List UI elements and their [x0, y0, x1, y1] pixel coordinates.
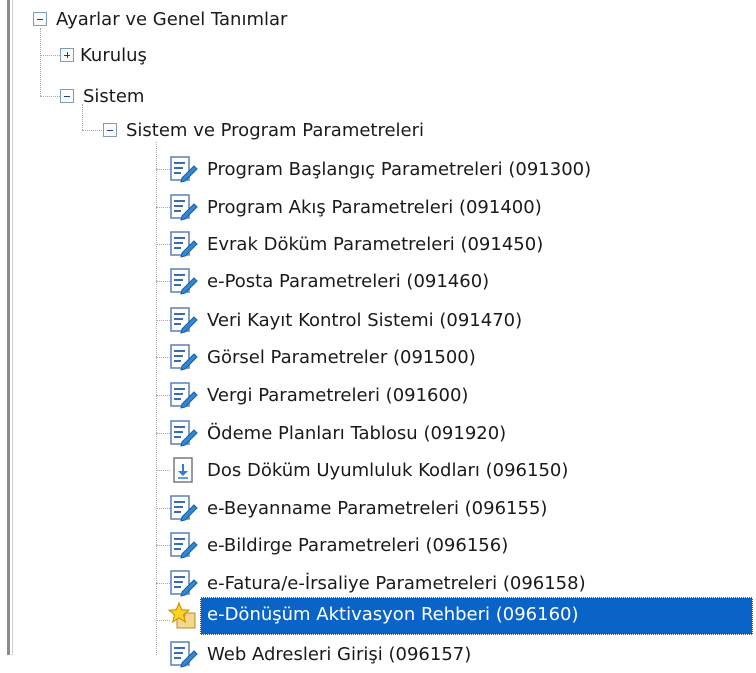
edit-document-icon — [170, 231, 198, 258]
edit-document-icon — [170, 382, 198, 409]
edit-document-icon — [170, 420, 198, 447]
tree-connector — [40, 28, 41, 96]
tree-node-label[interactable]: Veri Kayıt Kontrol Sistemi (091470) — [204, 308, 525, 333]
tree-node-label[interactable]: e-Beyanname Parametreleri (096155) — [204, 496, 550, 521]
tree-node-sistem[interactable]: Sistem — [60, 77, 147, 115]
tree-leaf-item[interactable]: e-Posta Parametreleri (091460) — [168, 262, 492, 300]
tree-node-label[interactable]: Web Adresleri Girişi (096157) — [204, 642, 474, 667]
tree-leaf-item[interactable]: Evrak Döküm Parametreleri (091450) — [168, 225, 546, 263]
tree-node-label[interactable]: Sistem ve Program Parametreleri — [123, 118, 427, 143]
expand-toggle-icon[interactable] — [60, 48, 74, 62]
tree-node-label[interactable]: Dos Döküm Uyumluluk Kodları (096150) — [204, 458, 571, 483]
tree-node-label[interactable]: Görsel Parametreler (091500) — [204, 345, 479, 370]
tree-leaf-item[interactable]: Program Başlangıç Parametreleri (091300) — [168, 150, 594, 188]
tree-leaf-item[interactable]: Web Adresleri Girişi (096157) — [168, 635, 474, 673]
tree-node-label[interactable]: Ayarlar ve Genel Tanımlar — [53, 7, 290, 32]
edit-document-icon — [170, 641, 198, 668]
edit-document-icon — [170, 495, 198, 522]
tree-leaf-item[interactable]: Ödeme Planları Tablosu (091920) — [168, 414, 509, 452]
tree-node-label[interactable]: Program Başlangıç Parametreleri (091300) — [204, 157, 594, 182]
tree-leaf-item[interactable]: Görsel Parametreler (091500) — [168, 338, 479, 376]
left-border-inner — [12, 0, 13, 655]
tree-connector — [156, 142, 157, 655]
edit-document-icon — [170, 194, 198, 221]
tree-node-ayarlar[interactable]: Ayarlar ve Genel Tanımlar — [33, 0, 290, 38]
collapse-toggle-icon[interactable] — [60, 89, 74, 103]
tree-node-kurulus[interactable]: Kuruluş — [60, 36, 150, 74]
tree-node-label[interactable]: Kuruluş — [80, 43, 150, 68]
collapse-toggle-icon[interactable] — [103, 123, 117, 137]
tree-node-label[interactable]: e-Dönüşüm Aktivasyon Rehberi (096160) — [200, 597, 753, 635]
tree-leaf-item[interactable]: e-Beyanname Parametreleri (096155) — [168, 489, 550, 527]
tree-node-program-params[interactable]: Sistem ve Program Parametreleri — [103, 111, 427, 149]
edit-document-icon — [170, 307, 198, 334]
tree-node-label[interactable]: Sistem — [80, 84, 147, 109]
tree-leaf-item[interactable]: Veri Kayıt Kontrol Sistemi (091470) — [168, 301, 525, 339]
tree-connector — [82, 130, 102, 131]
collapse-toggle-icon[interactable] — [33, 12, 47, 26]
tree-node-label[interactable]: Vergi Parametreleri (091600) — [204, 383, 471, 408]
tree-node-label[interactable]: Evrak Döküm Parametreleri (091450) — [204, 232, 546, 257]
tree-node-label[interactable]: Program Akış Parametreleri (091400) — [204, 195, 545, 220]
tree-leaf-item[interactable]: Vergi Parametreleri (091600) — [168, 376, 471, 414]
tree-leaf-item[interactable]: e-Bildirge Parametreleri (096156) — [168, 526, 511, 564]
tree-leaf-item[interactable]: Dos Döküm Uyumluluk Kodları (096150) — [168, 451, 571, 489]
star-folder-icon — [168, 601, 196, 629]
tree-leaf-item-selected[interactable]: e-Dönüşüm Aktivasyon Rehberi (096160) — [168, 597, 753, 635]
edit-document-icon — [170, 532, 198, 559]
tree-node-label[interactable]: e-Posta Parametreleri (091460) — [204, 269, 492, 294]
tree-node-label[interactable]: Ödeme Planları Tablosu (091920) — [204, 421, 509, 446]
tree-connector — [40, 96, 60, 97]
tree-connector — [40, 55, 60, 56]
left-border — [7, 0, 10, 655]
edit-document-icon — [170, 268, 198, 295]
edit-document-icon — [170, 156, 198, 183]
download-document-icon — [173, 457, 193, 483]
tree-leaf-item[interactable]: Program Akış Parametreleri (091400) — [168, 188, 545, 226]
edit-document-icon — [170, 344, 198, 371]
tree-node-label[interactable]: e-Fatura/e-İrsaliye Parametreleri (09615… — [204, 571, 589, 596]
tree-node-label[interactable]: e-Bildirge Parametreleri (096156) — [204, 533, 511, 558]
edit-document-icon — [170, 570, 198, 597]
